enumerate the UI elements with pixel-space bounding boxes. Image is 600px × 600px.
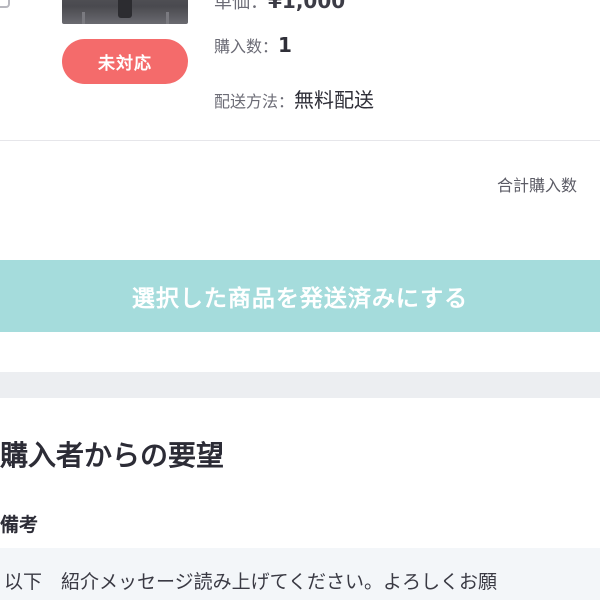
thumbnail-detail bbox=[82, 12, 85, 24]
checkbox-icon[interactable] bbox=[0, 0, 10, 8]
thumbnail-detail bbox=[166, 12, 169, 24]
price-value: ¥1,000 bbox=[268, 0, 346, 13]
remarks-label: 備考 bbox=[0, 514, 39, 536]
price-label: 単価： bbox=[214, 0, 268, 13]
remarks-text: 以下 紹介メッセージ読み上げてください。よろしくお願 bbox=[4, 571, 498, 593]
price-row: 単価：¥1,000 bbox=[214, 0, 345, 14]
buyer-requests-title: 購入者からの要望 bbox=[0, 439, 225, 472]
mark-shipped-button[interactable]: 選択した商品を発送済みにする bbox=[0, 260, 600, 332]
total-quantity-label: 合計購入数 bbox=[497, 176, 578, 195]
quantity-value: 1 bbox=[278, 33, 292, 57]
shipping-method-label: 配送方法： bbox=[214, 92, 295, 111]
section-separator bbox=[0, 372, 600, 398]
divider bbox=[0, 140, 600, 141]
order-detail-page: 未対応 単価：¥1,000 購入数：1 配送方法：無料配送 合計購入数 選択した… bbox=[0, 0, 600, 600]
status-badge: 未対応 bbox=[62, 39, 188, 84]
quantity-row: 購入数：1 bbox=[214, 33, 292, 57]
shipping-method-value: 無料配送 bbox=[294, 88, 375, 112]
product-thumbnail[interactable] bbox=[62, 0, 188, 24]
shipping-method-row: 配送方法：無料配送 bbox=[214, 84, 374, 113]
thumbnail-detail bbox=[118, 0, 132, 18]
quantity-label: 購入数： bbox=[214, 37, 279, 56]
